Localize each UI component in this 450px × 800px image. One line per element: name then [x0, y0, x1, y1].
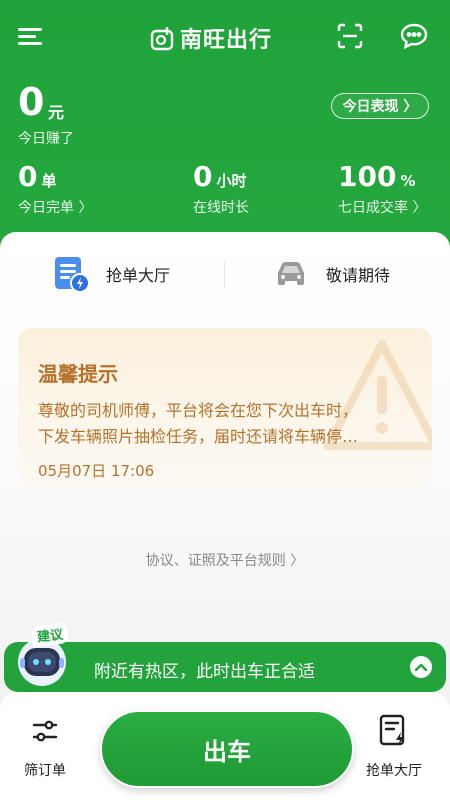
notice-line: 尊敬的司机师傅，平台将会在您下次出车时，	[38, 401, 359, 420]
earnings-unit: 元	[48, 103, 65, 122]
filter-sliders-icon	[32, 720, 58, 742]
car-icon	[278, 262, 304, 285]
quick-action-coming-soon[interactable]: 敬请期待	[272, 255, 390, 293]
stat-value: 0	[18, 160, 38, 193]
stat-seven-day-rate[interactable]: 100% 七日成交率 〉	[338, 160, 426, 217]
notice-body: 尊敬的司机师傅，平台将会在您下次出车时， 下发车辆照片抽检任务，届时还请将车辆停…	[38, 398, 418, 450]
stat-label: 七日成交率 〉	[338, 200, 427, 216]
logo-mark-icon	[150, 27, 174, 51]
stat-label: 今日完单 〉	[18, 200, 93, 216]
message-icon[interactable]	[398, 20, 430, 52]
earnings-value: 0	[18, 80, 45, 124]
stat-unit: 小时	[216, 172, 247, 190]
stat-label: 在线时长	[193, 200, 249, 216]
earnings-label: 今日赚了	[18, 131, 74, 147]
suggestion-text: 附近有热区，此时出车正合适	[94, 662, 315, 682]
notice-line: 下发车辆照片抽检任务，届时还请将车辆停…	[38, 427, 359, 446]
stat-completed-orders[interactable]: 0单 今日完单 〉	[18, 160, 92, 217]
menu-icon[interactable]	[14, 20, 46, 52]
app-logo: 南旺出行	[150, 22, 272, 54]
scan-icon[interactable]	[334, 20, 366, 52]
logo-text: 南旺出行	[180, 28, 273, 53]
go-online-button[interactable]: 出车	[100, 710, 354, 788]
notice-title: 温馨提示	[38, 362, 118, 386]
stat-unit: 单	[41, 172, 57, 190]
stat-value: 0	[193, 160, 213, 193]
quick-action-label: 敬请期待	[326, 266, 391, 285]
quick-divider	[224, 262, 225, 288]
stat-unit: %	[400, 172, 416, 190]
quick-action-label: 抢单大厅	[106, 266, 171, 285]
notice-date: 05月07日 17:06	[38, 462, 155, 480]
stat-value: 100	[338, 160, 397, 193]
stat-online-hours: 0 小时 在线时长	[193, 160, 249, 217]
tab-label: 抢单大厅	[366, 763, 422, 779]
order-document-icon	[55, 257, 90, 293]
chevron-up-icon[interactable]	[410, 656, 432, 678]
filter-orders-tab[interactable]: 筛订单	[24, 716, 66, 780]
top-bar: 南旺出行	[0, 14, 450, 58]
suggestion-badge: 建议	[31, 622, 70, 647]
order-hall-icon	[379, 714, 405, 746]
rules-link[interactable]: 协议、证照及平台规则 〉	[0, 550, 450, 570]
today-performance-button[interactable]: 今日表现 〉	[331, 93, 429, 119]
order-hall-tab[interactable]: 抢单大厅	[366, 714, 422, 780]
notice-card[interactable]: 温馨提示 尊敬的司机师傅，平台将会在您下次出车时， 下发车辆照片抽检任务，届时还…	[18, 328, 432, 490]
tab-label: 筛订单	[24, 763, 66, 779]
quick-action-order-hall[interactable]: 抢单大厅	[52, 255, 170, 293]
